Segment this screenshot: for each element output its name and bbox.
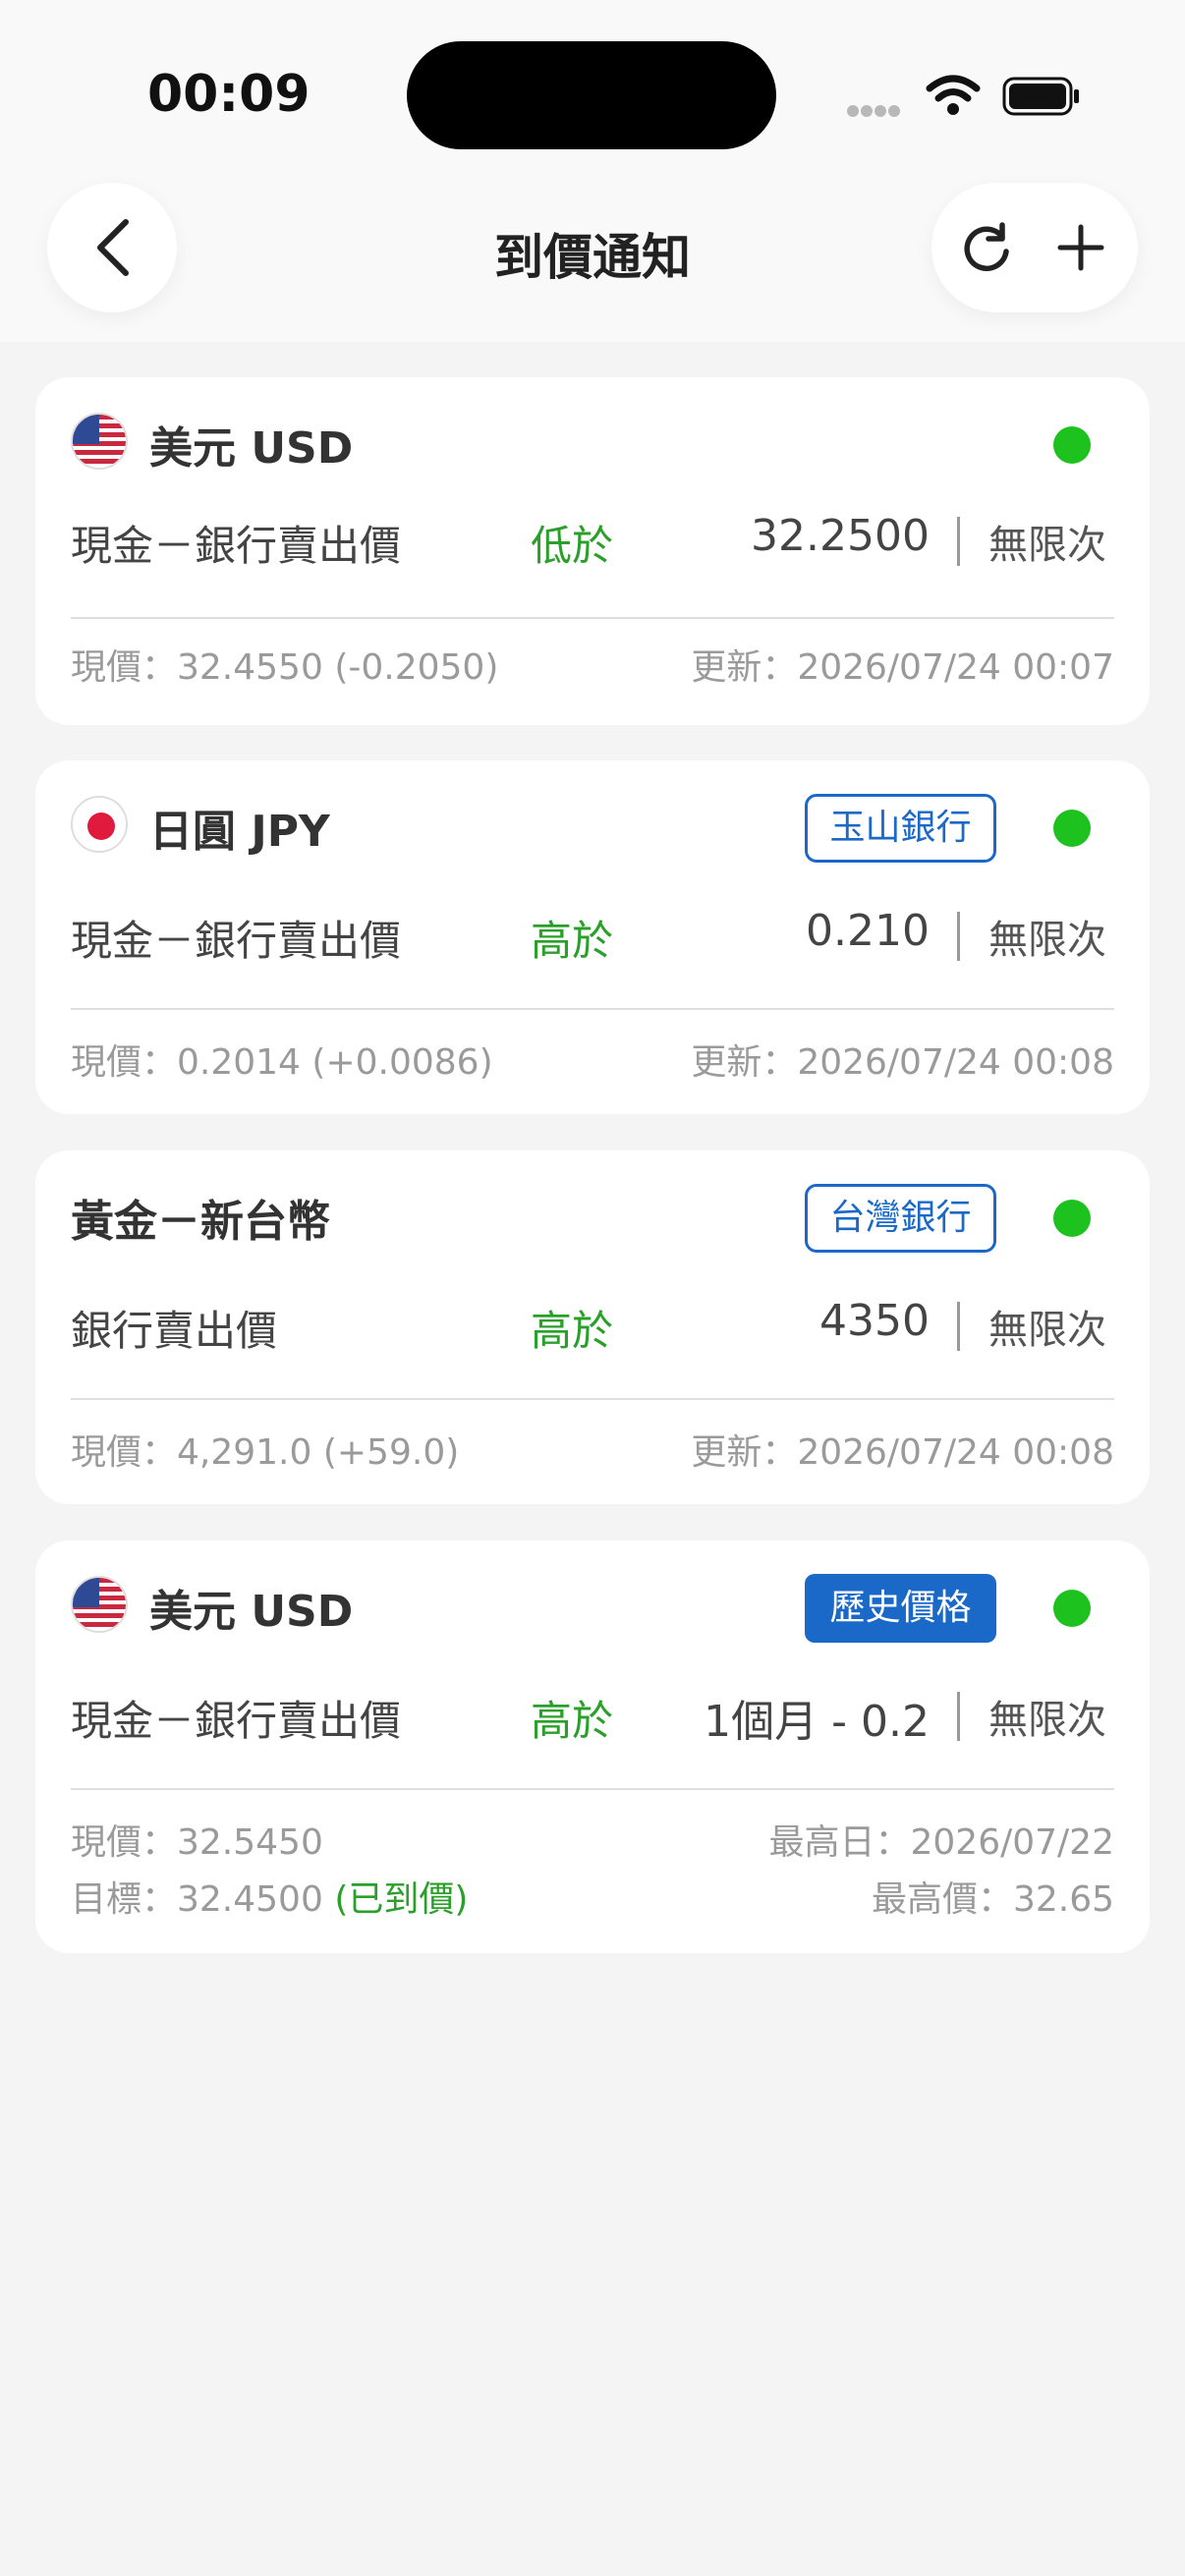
divider [71,1398,1114,1400]
us-flag-icon [71,413,128,470]
repeat-label: 無限次 [988,523,1106,568]
refresh-button[interactable] [951,212,1022,283]
current-price: 現價：4,291.0 (+59.0) [71,1432,460,1473]
separator [957,912,960,961]
condition-label: 高於 [531,1697,614,1745]
separator [957,1692,960,1741]
separator [957,1302,960,1351]
signal-icon [847,102,902,121]
goal-price: 目標：32.4500 (已到價) [71,1871,468,1922]
current-price: 現價：32.5450 [71,1822,323,1863]
separator [957,517,960,566]
alert-title: 美元 USD [149,1587,354,1637]
reached-status: (已到價) [334,1879,469,1920]
target-price: 0.210 [806,906,930,956]
repeat-label: 無限次 [988,1308,1106,1353]
bank-badge: 台灣銀行 [805,1184,996,1253]
divider [71,617,1114,619]
alert-card[interactable]: 黃金－新台幣 台灣銀行 銀行賣出價 高於 4350 無限次 現價：4,291.0… [35,1150,1150,1504]
wifi-icon [926,75,981,115]
price-type-label: 現金－銀行賣出價 [71,917,402,965]
status-time: 00:09 [147,65,310,124]
divider [71,1008,1114,1010]
highest-price: 最高價：32.65 [871,1879,1114,1920]
alert-card[interactable]: 美元 USD 現金－銀行賣出價 低於 32.2500 無限次 現價：32.455… [35,377,1150,725]
active-status-dot[interactable] [1053,1200,1091,1237]
active-status-dot[interactable] [1053,1590,1091,1627]
current-price: 現價：32.4550 (-0.2050) [71,647,499,688]
price-type-label: 現金－銀行賣出價 [71,522,402,570]
active-status-dot[interactable] [1053,426,1091,464]
header-actions [931,183,1138,312]
condition-label: 低於 [531,522,614,570]
active-status-dot[interactable] [1053,810,1091,847]
alert-title: 日圓 JPY [149,807,330,857]
top-bar: 00:09 到價通知 [0,0,1185,342]
battery-icon [1002,77,1079,116]
condition-label: 高於 [531,1307,614,1355]
refresh-icon [964,222,1009,271]
target-rule: 1個月 - 0.2 [704,1697,930,1747]
alert-card[interactable]: 美元 USD 歷史價格 現金－銀行賣出價 高於 1個月 - 0.2 無限次 現價… [35,1540,1150,1953]
current-price: 現價：0.2014 (+0.0086) [71,1042,493,1083]
price-type-label: 銀行賣出價 [71,1307,278,1355]
plus-icon [1057,224,1104,271]
price-type-label: 現金－銀行賣出價 [71,1697,402,1745]
repeat-label: 無限次 [988,918,1106,963]
jp-flag-icon [71,796,128,853]
bank-badge: 玉山銀行 [805,794,996,863]
history-price-badge: 歷史價格 [805,1574,996,1643]
target-price: 32.2500 [751,511,930,561]
highest-date: 最高日：2026/07/22 [768,1822,1115,1863]
us-flag-icon [71,1576,128,1633]
repeat-label: 無限次 [988,1698,1106,1743]
updated-time: 更新：2026/07/24 00:07 [691,647,1114,688]
goal-price-value: 目標：32.4500 [71,1879,335,1920]
divider [71,1788,1114,1790]
updated-time: 更新：2026/07/24 00:08 [691,1432,1114,1473]
add-button[interactable] [1045,212,1116,283]
alert-title: 黃金－新台幣 [71,1197,330,1247]
target-price: 4350 [819,1296,930,1346]
alert-card[interactable]: 日圓 JPY 玉山銀行 現金－銀行賣出價 高於 0.210 無限次 現價：0.2… [35,760,1150,1114]
updated-time: 更新：2026/07/24 00:08 [691,1042,1114,1083]
dynamic-island [407,41,776,149]
condition-label: 高於 [531,917,614,965]
alert-title: 美元 USD [149,423,354,474]
